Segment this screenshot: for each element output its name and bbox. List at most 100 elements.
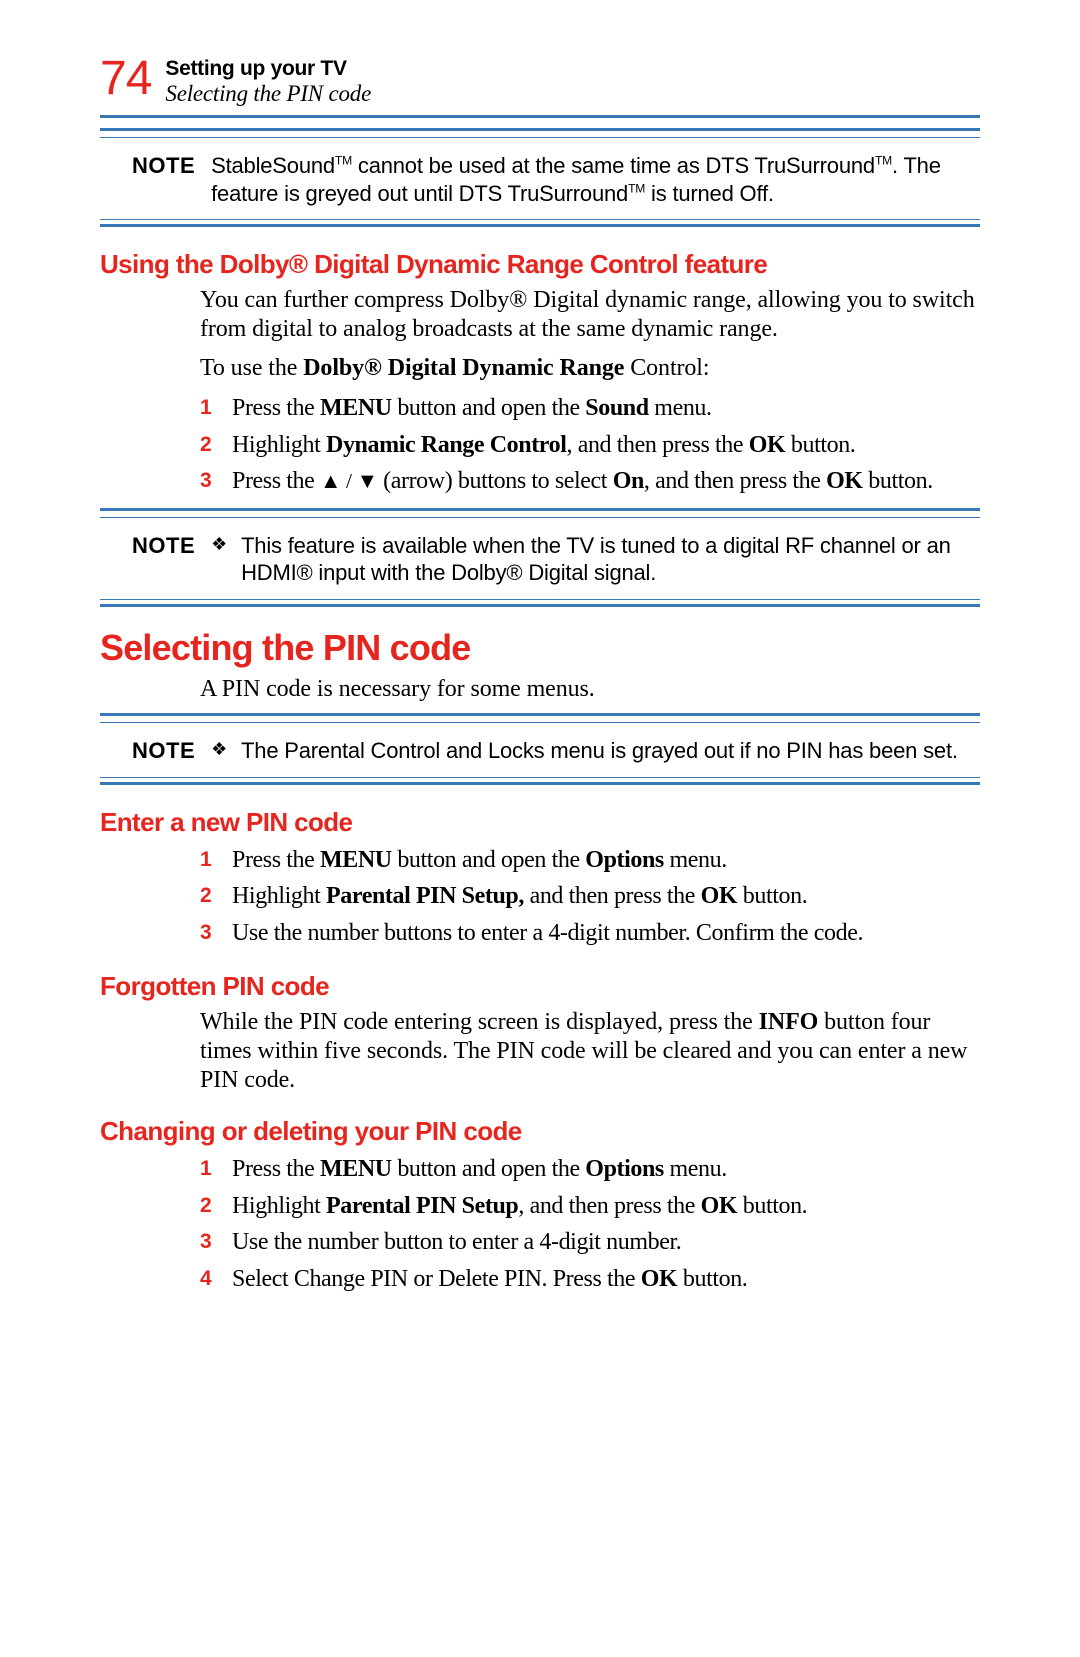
- note-stablesound: NOTE StableSoundTM cannot be used at the…: [132, 152, 980, 207]
- note-rules-top: [100, 128, 980, 138]
- text-bold: OK: [701, 1193, 738, 1219]
- arrow-icons: ▲ / ▼: [320, 469, 378, 493]
- text: Control:: [624, 355, 709, 381]
- step-body: Highlight Dynamic Range Control, and the…: [232, 429, 980, 461]
- text: (arrow) buttons to select: [378, 468, 613, 494]
- heading-change-pin: Changing or deleting your PIN code: [100, 1116, 980, 1147]
- bullet-icon: ❖: [211, 532, 227, 557]
- text: and then press the: [524, 883, 701, 909]
- note-body: ❖ This feature is available when the TV …: [211, 532, 980, 587]
- text-bold: MENU: [320, 847, 392, 873]
- step: 4 Select Change PIN or Delete PIN. Press…: [200, 1263, 980, 1295]
- text: While the PIN code entering screen is di…: [200, 1009, 759, 1035]
- text: button.: [737, 883, 807, 909]
- text: is turned Off.: [645, 181, 774, 206]
- step-number: 1: [200, 1153, 214, 1185]
- text: StableSound: [211, 153, 335, 178]
- note-rules-bottom: [100, 219, 980, 227]
- rule: [100, 604, 980, 607]
- step: 3 Use the number button to enter a 4-dig…: [200, 1226, 980, 1258]
- text: Highlight: [232, 432, 326, 458]
- text: , and then press the: [567, 432, 749, 458]
- chapter-title: Setting up your TV: [165, 57, 371, 81]
- note-rules-top: [100, 713, 980, 723]
- text: button.: [863, 468, 933, 494]
- text: To use the: [200, 355, 303, 381]
- text: Press the: [232, 847, 320, 873]
- heading-forgotten-pin: Forgotten PIN code: [100, 971, 980, 1002]
- text-bold: OK: [701, 883, 738, 909]
- pin-intro: A PIN code is necessary for some menus.: [200, 675, 980, 704]
- change-pin-steps: 1 Press the MENU button and open the Opt…: [200, 1153, 980, 1295]
- tm: TM: [335, 154, 352, 168]
- step-number: 3: [200, 1226, 214, 1258]
- note-feature-availability: NOTE ❖ This feature is available when th…: [132, 532, 980, 587]
- text-bold: On: [613, 468, 644, 494]
- step-body: Highlight Parental PIN Setup, and then p…: [232, 1190, 980, 1222]
- header-titles: Setting up your TV Selecting the PIN cod…: [165, 55, 371, 107]
- rule: [100, 517, 980, 518]
- bullet-icon: ❖: [211, 737, 227, 762]
- step: 2 Highlight Parental PIN Setup, and then…: [200, 1190, 980, 1222]
- text-bold: Options: [585, 1156, 664, 1182]
- text: Press the: [232, 395, 320, 421]
- text-bold: OK: [641, 1266, 678, 1292]
- note-rules-bottom: [100, 777, 980, 785]
- heading-enter-pin: Enter a new PIN code: [100, 807, 980, 838]
- rule: [100, 713, 980, 716]
- step-number: 4: [200, 1263, 214, 1295]
- page-header: 74 Setting up your TV Selecting the PIN …: [100, 55, 980, 107]
- text-bold: Parental PIN Setup: [326, 1193, 518, 1219]
- step-number: 2: [200, 880, 214, 912]
- step-body: Use the number button to enter a 4-digit…: [232, 1226, 980, 1258]
- tm: TM: [628, 181, 645, 195]
- text: Highlight: [232, 883, 326, 909]
- step-number: 2: [200, 429, 214, 461]
- step: 1 Press the MENU button and open the Sou…: [200, 392, 980, 424]
- step-body: Use the number buttons to enter a 4-digi…: [232, 917, 980, 949]
- text: This feature is available when the TV is…: [241, 532, 980, 587]
- text-bold: MENU: [320, 395, 392, 421]
- text: button.: [677, 1266, 747, 1292]
- note-label: NOTE: [132, 532, 195, 587]
- step-body: Press the MENU button and open the Optio…: [232, 844, 980, 876]
- step-number: 3: [200, 917, 214, 949]
- step: 1 Press the MENU button and open the Opt…: [200, 844, 980, 876]
- header-rule: [100, 115, 980, 118]
- note-rules-bottom: [100, 599, 980, 607]
- manual-page: 74 Setting up your TV Selecting the PIN …: [0, 0, 1080, 1365]
- text: button.: [737, 1193, 807, 1219]
- text-bold: Dolby® Digital Dynamic Range: [303, 355, 624, 381]
- rule: [100, 128, 980, 131]
- text-bold: MENU: [320, 1156, 392, 1182]
- note-body: ❖ The Parental Control and Locks menu is…: [211, 737, 980, 765]
- text: Press the: [232, 1156, 320, 1182]
- step-body: Press the MENU button and open the Sound…: [232, 392, 980, 424]
- text: The Parental Control and Locks menu is g…: [241, 737, 958, 765]
- note-parental-control: NOTE ❖ The Parental Control and Locks me…: [132, 737, 980, 765]
- rule: [100, 599, 980, 600]
- text-bold: Sound: [585, 395, 648, 421]
- rule: [100, 137, 980, 138]
- rule: [100, 722, 980, 723]
- text: menu.: [664, 847, 727, 873]
- rule: [100, 224, 980, 227]
- note-rules-top: [100, 508, 980, 518]
- text-bold: Dynamic Range Control: [326, 432, 566, 458]
- text: Press the: [232, 468, 320, 494]
- text: , and then press the: [644, 468, 826, 494]
- rule: [100, 508, 980, 511]
- step: 3 Use the number buttons to enter a 4-di…: [200, 917, 980, 949]
- enter-pin-steps: 1 Press the MENU button and open the Opt…: [200, 844, 980, 949]
- text: cannot be used at the same time as DTS T…: [352, 153, 875, 178]
- step: 1 Press the MENU button and open the Opt…: [200, 1153, 980, 1185]
- step-number: 2: [200, 1190, 214, 1222]
- text: button.: [785, 432, 855, 458]
- note-label: NOTE: [132, 737, 195, 765]
- page-number: 74: [100, 55, 151, 103]
- step-number: 3: [200, 465, 214, 497]
- note-body: StableSoundTM cannot be used at the same…: [211, 152, 980, 207]
- step-number: 1: [200, 392, 214, 424]
- text: button and open the: [392, 847, 586, 873]
- step: 2 Highlight Dynamic Range Control, and t…: [200, 429, 980, 461]
